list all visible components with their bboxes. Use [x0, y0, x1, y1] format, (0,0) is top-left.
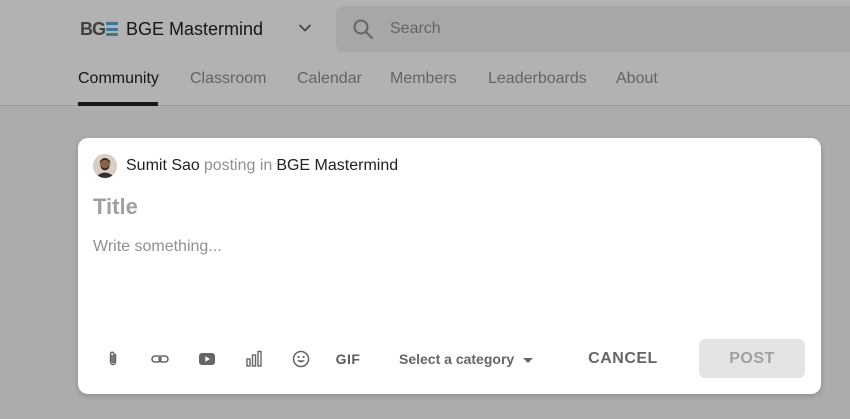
gif-icon[interactable]: GIF: [336, 348, 360, 370]
body-input[interactable]: [93, 238, 793, 318]
composer-layer: Sumit Sao posting in BGE Mastermind Titl…: [0, 0, 850, 419]
post-button[interactable]: POST: [699, 339, 805, 378]
page: BG BGE Mastermind Community Classroom Ca…: [0, 0, 850, 419]
post-composer: Sumit Sao posting in BGE Mastermind Titl…: [78, 138, 821, 394]
cancel-button[interactable]: CANCEL: [578, 339, 668, 379]
caret-down-icon: [523, 357, 534, 363]
category-select-label: Select a category: [399, 351, 515, 367]
emoji-icon[interactable]: [289, 348, 313, 370]
author-name: Sumit Sao: [126, 157, 200, 174]
category-select[interactable]: Select a category: [399, 349, 534, 369]
attachment-icon[interactable]: [101, 348, 125, 370]
link-icon[interactable]: [148, 348, 172, 370]
title-input[interactable]: [93, 194, 793, 220]
author-row: Sumit Sao posting in BGE Mastermind: [93, 154, 398, 178]
posting-in-label: posting in: [203, 157, 273, 174]
poll-icon[interactable]: [242, 348, 266, 370]
target-group-name: BGE Mastermind: [276, 157, 399, 174]
video-icon[interactable]: [195, 348, 219, 370]
avatar: [93, 154, 117, 178]
